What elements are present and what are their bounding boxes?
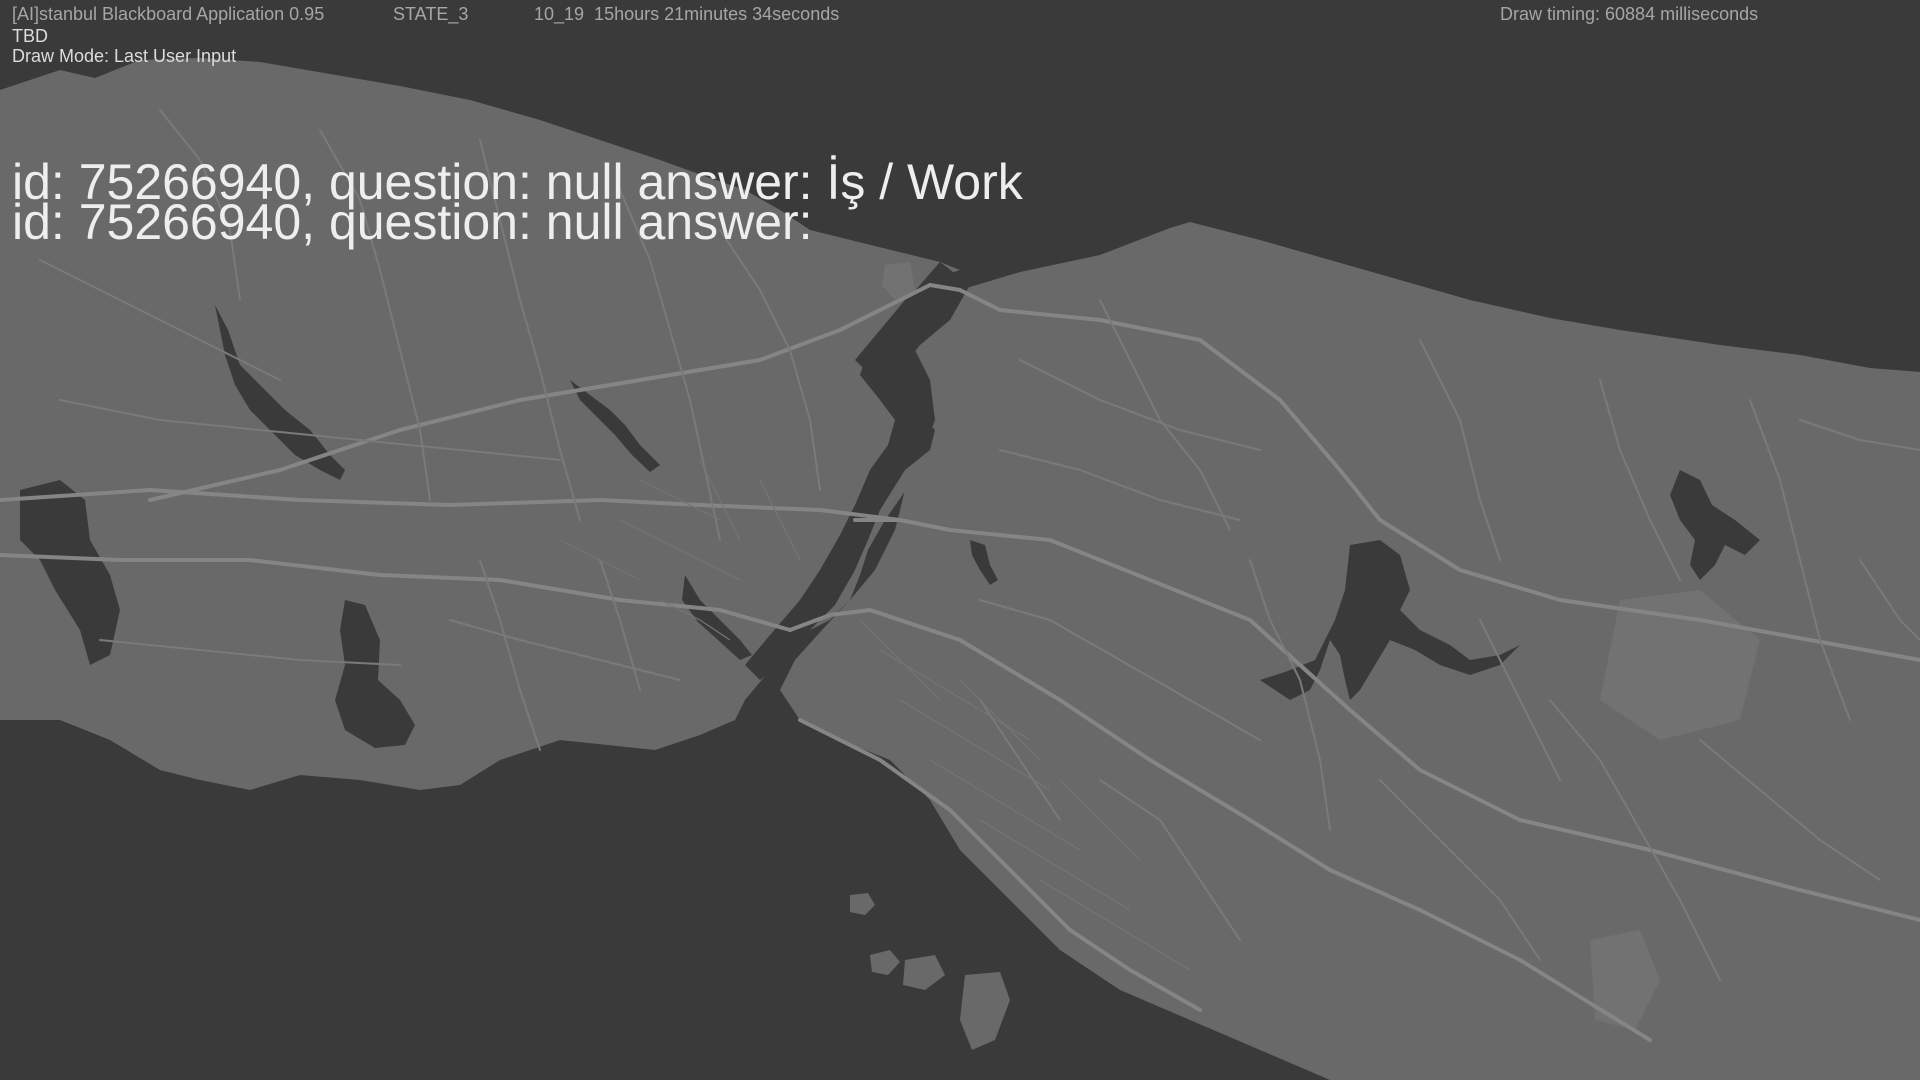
app-title: [AI]stanbul Blackboard Application 0.95 (12, 4, 325, 24)
state-label: STATE_3 (393, 4, 469, 24)
draw-mode-label: Draw Mode: Last User Input (12, 46, 237, 66)
draw-timing: Draw timing: 60884 milliseconds (1500, 4, 1759, 24)
qa-entry: id: 75266940, question: null answer: (12, 194, 813, 250)
elapsed-time: 10_19 15hours 21minutes 34seconds (534, 4, 840, 24)
tbd-label: TBD (12, 26, 48, 46)
map-canvas[interactable]: [AI]stanbul Blackboard Application 0.95 … (0, 0, 1920, 1080)
